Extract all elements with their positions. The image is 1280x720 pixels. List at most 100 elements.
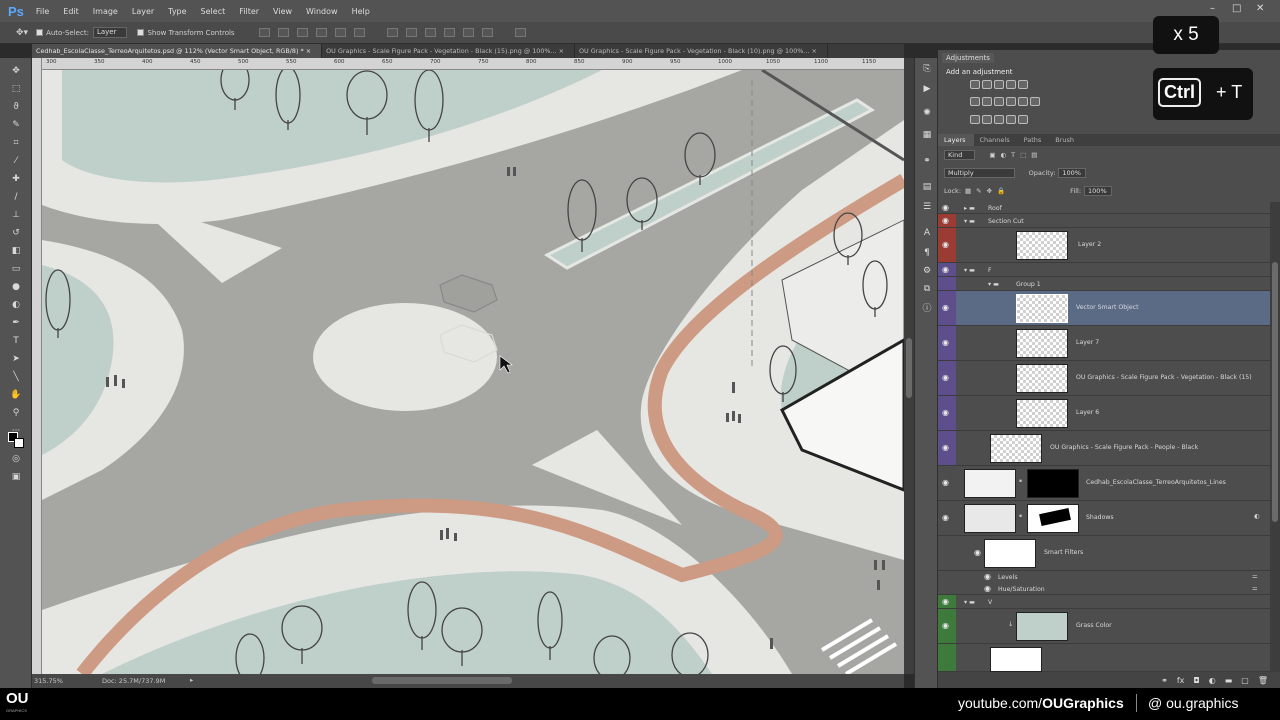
folder-icon[interactable]: ▾ ▬ [988,281,999,288]
pen-tool-icon[interactable]: ✒ [10,318,22,328]
tab-brush[interactable]: Brush [1049,134,1082,146]
auto-select-checkbox[interactable] [36,29,44,36]
eyedropper-tool-icon[interactable]: ⁄ [10,156,22,166]
distribute-left-icon[interactable] [443,28,455,37]
character-icon[interactable]: A [921,228,933,238]
history-icon[interactable]: ⎘ [921,64,933,74]
threshold-icon[interactable] [994,115,1004,124]
tab-layers[interactable]: Layers [938,134,974,146]
quick-mask-icon[interactable]: ◎ [10,454,22,464]
filter-options-icon[interactable]: ⚌ [1252,573,1258,580]
filter-hue-saturation[interactable]: ◉ Hue/Saturation ⚌ [938,583,1270,595]
dodge-tool-icon[interactable]: ◐ [10,300,22,310]
actions-icon[interactable]: ▶ [921,84,933,94]
tab-document-main[interactable]: Cedhab_EscolaClasse_TerreoArquitetos.psd… [32,44,323,58]
lasso-tool-icon[interactable]: ϑ [10,102,22,112]
close-icon[interactable]: ✕ [1256,3,1264,14]
brush-presets-icon[interactable]: ✺ [921,108,933,118]
menu-image[interactable]: Image [93,7,118,16]
close-icon[interactable]: × [306,47,311,55]
info-panel-icon[interactable]: ▤ [921,182,933,192]
adjustment-layer-icon[interactable]: ◐ [1209,676,1216,685]
layer-mask-thumbnail[interactable] [1027,504,1079,533]
new-group-icon[interactable]: ▬ [1225,676,1233,685]
canvas-vertical-scrollbar[interactable] [904,58,914,674]
eye-icon[interactable]: ◉ [942,478,949,487]
layer-layer-7[interactable]: ◉ Layer 7 [938,326,1270,361]
layer-layer-2[interactable]: ◉ Layer 2 [938,228,1270,263]
layer-style-icon[interactable]: fx [1177,676,1185,685]
vibrance-icon[interactable] [1018,80,1028,89]
lock-icons[interactable]: ▦✎✥🔒 [965,187,1010,195]
status-menu-icon[interactable]: ▸ [190,676,193,684]
close-icon[interactable]: × [559,47,564,55]
eye-icon[interactable]: ◉ [942,240,949,249]
eye-icon[interactable]: ◉ [942,216,949,225]
gradient-map-icon[interactable] [1006,115,1016,124]
brush-tool-icon[interactable]: / [10,192,22,202]
move-tool-icon[interactable]: ✥▾ [16,28,28,38]
layer-comps-icon[interactable]: ⧉ [921,284,933,294]
channel-mixer-icon[interactable] [1018,97,1028,106]
filter-mask-thumbnail[interactable] [984,539,1036,568]
layer-people-black[interactable]: ◉ OU Graphics - Scale Figure Pack - Peop… [938,431,1270,466]
channels-icon[interactable]: ⚙ [921,266,933,276]
eye-icon[interactable]: ◉ [974,548,981,557]
layer-mask-thumbnail[interactable] [1027,469,1079,498]
distribute-right-icon[interactable] [481,28,493,37]
eye-icon[interactable]: ◉ [942,621,949,630]
color-lookup-icon[interactable] [1030,97,1040,106]
layer-shadows[interactable]: ◉ ⚭ Shadows ◐ [938,501,1270,536]
eye-icon[interactable]: ◉ [942,597,949,606]
type-tool-icon[interactable]: T [10,336,22,346]
background-color-swatch[interactable] [14,438,24,448]
clone-source-icon[interactable]: ⚭ [921,156,933,166]
color-balance-icon[interactable] [982,97,992,106]
layer-group-section-cut[interactable]: ◉ ▾ ▬ Section Cut [938,214,1270,228]
auto-align-icon[interactable] [514,28,526,37]
layers-scrollbar[interactable] [1270,202,1280,672]
zoom-level[interactable]: 315.75% [34,677,63,685]
selective-color-icon[interactable] [1018,115,1028,124]
add-mask-icon[interactable]: ◘ [1193,676,1199,685]
eye-icon[interactable]: ◉ [942,373,949,382]
info-icon[interactable]: ⓘ [921,304,933,314]
menu-filter[interactable]: Filter [239,7,259,16]
posterize-icon[interactable] [982,115,992,124]
align-right-icon[interactable] [353,28,365,37]
filter-options-icon[interactable]: ⚌ [1252,585,1258,592]
instagram-handle[interactable]: @ ou.graphics [1148,695,1238,711]
distribute-bottom-icon[interactable] [424,28,436,37]
eye-icon[interactable]: ◉ [942,443,949,452]
fill-input[interactable]: 100% [1084,186,1112,196]
eye-icon[interactable]: ◉ [984,572,991,581]
menu-layer[interactable]: Layer [132,7,154,16]
history-brush-icon[interactable]: ↺ [10,228,22,238]
eye-icon[interactable]: ◉ [942,303,949,312]
eye-icon[interactable]: ◉ [942,338,949,347]
tab-paths[interactable]: Paths [1018,134,1050,146]
tab-channels[interactable]: Channels [974,134,1018,146]
layer-group-roof[interactable]: ◉ ▸ ▬ Roof [938,202,1270,214]
blur-tool-icon[interactable]: ● [10,282,22,292]
paragraph-icon[interactable]: ¶ [921,248,933,258]
eraser-tool-icon[interactable]: ◧ [10,246,22,256]
layer-lines[interactable]: ◉ ⚭ Cedhab_EscolaClasse_TerreoArquitetos… [938,466,1270,501]
menu-select[interactable]: Select [201,7,226,16]
filter-icons[interactable]: ▣◐T⬚▤ [989,151,1042,159]
blend-mode-dropdown[interactable]: Multiply [944,168,1015,178]
show-transform-checkbox[interactable] [137,29,145,36]
photo-filter-icon[interactable] [1006,97,1016,106]
layer-group-v[interactable]: ◉ ▾ ▬ V [938,595,1270,609]
path-select-tool-icon[interactable]: ➤ [10,354,22,364]
delete-layer-icon[interactable]: 🗑 [1258,676,1268,685]
align-middle-icon[interactable] [277,28,289,37]
crop-tool-icon[interactable]: ⌗ [10,138,22,148]
eye-icon[interactable]: ◉ [942,203,949,212]
auto-select-dropdown[interactable]: Layer [92,27,128,38]
link-icon[interactable]: ⚭ [1018,478,1023,485]
line-tool-icon[interactable]: ╲ [10,372,22,382]
black-white-icon[interactable] [994,97,1004,106]
hand-tool-icon[interactable]: ✋ [10,390,22,400]
layer-kind-filter[interactable]: Kind [944,150,976,160]
